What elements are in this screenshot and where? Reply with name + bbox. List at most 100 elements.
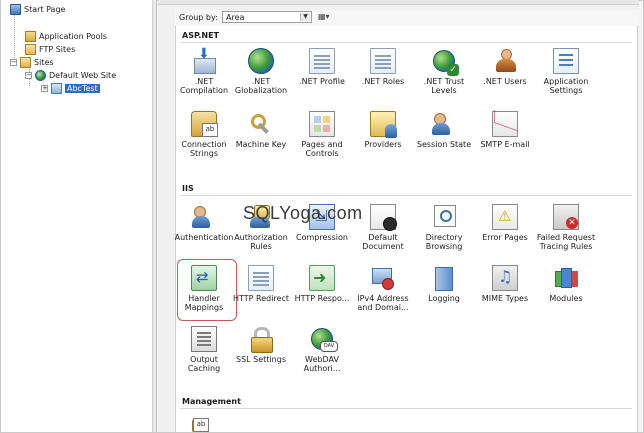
view-mode-icon[interactable]: ▦▾ xyxy=(318,12,336,22)
feature-label: Logging xyxy=(428,294,460,303)
feature-providers[interactable]: Providers xyxy=(353,111,413,149)
http-response-headers-icon xyxy=(309,265,335,291)
feature-label: WebDAV Authori... xyxy=(303,355,341,373)
ftp-sites-icon xyxy=(25,44,36,55)
feature-label: Output Caching xyxy=(187,355,221,373)
feature-ssl-settings[interactable]: SSL Settings xyxy=(231,326,291,364)
watermark-text: SQLYoga.com xyxy=(243,203,363,223)
feature-pages-and-controls[interactable]: Pages and Controls xyxy=(292,111,352,158)
tree-item-label: Default Web Site xyxy=(49,71,117,80)
feature-label: Pages and Controls xyxy=(301,140,343,158)
feature-directory-browsing[interactable]: Directory Browsing xyxy=(414,204,474,251)
feature-label: Session State xyxy=(416,140,472,149)
feature-label: SSL Settings xyxy=(236,355,286,364)
globe-icon xyxy=(35,70,46,81)
failed-request-tracing-icon xyxy=(553,204,579,230)
feature-http-redirect[interactable]: HTTP Redirect xyxy=(231,265,291,303)
tree-item-application-pools[interactable]: Application Pools xyxy=(25,31,107,42)
feature-modules[interactable]: Modules xyxy=(536,265,596,303)
feature-label: Error Pages xyxy=(482,233,528,242)
feature-label: Modules xyxy=(549,294,583,303)
collapse-toggle-icon[interactable]: − xyxy=(25,72,32,79)
feature-label: .NET Users xyxy=(483,77,527,86)
smtp-email-icon xyxy=(492,111,518,137)
http-redirect-icon xyxy=(248,265,274,291)
directory-browsing-icon xyxy=(431,204,457,230)
tree-item-sites[interactable]: − Sites xyxy=(10,57,54,68)
section-header-management: Management xyxy=(182,397,241,406)
tree-pane-splitter[interactable] xyxy=(152,0,156,432)
feature-application-settings[interactable]: Application Settings xyxy=(536,48,596,95)
feature-failed-request-tracing-rules[interactable]: Failed Request Tracing Rules xyxy=(536,204,596,251)
application-settings-icon xyxy=(553,48,579,74)
feature-net-trust-levels[interactable]: .NET Trust Levels xyxy=(414,48,474,95)
pages-controls-icon xyxy=(309,111,335,137)
feature-webdav-authoring[interactable]: WebDAV Authori... xyxy=(292,326,352,373)
feature-label: Default Document xyxy=(362,233,404,251)
feature-label: Failed Request Tracing Rules xyxy=(536,233,596,251)
feature-label: .NET Roles xyxy=(361,77,405,86)
feature-net-roles[interactable]: .NET Roles xyxy=(353,48,413,86)
feature-machine-key[interactable]: Machine Key xyxy=(231,111,291,149)
group-by-dropdown[interactable]: Area ▼ xyxy=(222,11,312,23)
feature-error-pages[interactable]: Error Pages xyxy=(475,204,535,242)
expand-toggle-icon[interactable]: + xyxy=(41,85,48,92)
feature-label: Machine Key xyxy=(235,140,287,149)
feature-output-caching[interactable]: Output Caching xyxy=(174,326,234,373)
feature-smtp-email[interactable]: SMTP E-mail xyxy=(475,111,535,149)
feature-label: Handler Mappings xyxy=(184,294,224,312)
feature-label: Authorization Rules xyxy=(234,233,288,251)
feature-logging[interactable]: Logging xyxy=(414,265,474,303)
feature-http-response-headers[interactable]: HTTP Respo... xyxy=(292,265,352,303)
feature-net-compilation[interactable]: .NET Compilation xyxy=(174,46,234,95)
feature-net-globalization[interactable]: .NET Globalization xyxy=(231,48,291,95)
feature-label: Application Settings xyxy=(543,77,589,95)
feature-session-state[interactable]: Session State xyxy=(414,111,474,149)
trust-levels-icon xyxy=(431,48,459,76)
profile-icon xyxy=(309,48,335,74)
tree-item-label: Sites xyxy=(34,58,54,67)
feature-label: HTTP Respo... xyxy=(294,294,350,303)
feature-net-profile[interactable]: .NET Profile xyxy=(292,48,352,86)
tree-item-start-page[interactable]: Start Page xyxy=(10,4,65,15)
tree-item-abctest[interactable]: + AbcTest xyxy=(41,83,100,94)
feature-mime-types[interactable]: MIME Types xyxy=(475,265,535,303)
tree-item-default-web-site[interactable]: − Default Web Site xyxy=(25,70,116,81)
connection-strings-icon xyxy=(191,111,218,137)
feature-label: SMTP E-mail xyxy=(480,140,530,149)
group-by-label: Group by: xyxy=(179,13,218,22)
providers-icon xyxy=(370,111,397,138)
tree-item-label: Start Page xyxy=(24,5,66,14)
section-divider xyxy=(180,408,632,409)
tree-item-ftp-sites[interactable]: FTP Sites xyxy=(25,44,75,55)
feature-label: Connection Strings xyxy=(181,140,227,158)
feature-ipv4-address-domain[interactable]: IPv4 Address and Domai... xyxy=(353,265,413,312)
error-pages-icon xyxy=(492,204,518,230)
mime-types-icon xyxy=(492,265,518,291)
feature-label: Authentication xyxy=(174,233,234,242)
feature-net-users[interactable]: .NET Users xyxy=(475,48,535,86)
chevron-down-icon[interactable]: ▼ xyxy=(300,13,310,21)
users-icon xyxy=(492,48,518,74)
feature-label: IPv4 Address and Domai... xyxy=(357,294,409,312)
partial-feature-icon[interactable] xyxy=(192,418,209,432)
tree-item-label: FTP Sites xyxy=(39,45,76,54)
feature-handler-mappings[interactable]: Handler Mappings xyxy=(174,265,234,312)
feature-authentication[interactable]: Authentication xyxy=(174,204,234,242)
webdav-authoring-icon xyxy=(309,326,338,352)
sites-folder-icon xyxy=(20,57,31,68)
feature-label: .NET Profile xyxy=(299,77,345,86)
modules-icon xyxy=(553,265,579,291)
feature-label: .NET Compilation xyxy=(179,77,229,95)
handler-mappings-icon xyxy=(191,265,217,291)
feature-label: .NET Trust Levels xyxy=(423,77,465,95)
default-document-icon xyxy=(370,204,397,231)
feature-label: Compression xyxy=(296,233,348,242)
collapse-toggle-icon[interactable]: − xyxy=(10,59,17,66)
globalization-icon xyxy=(248,48,274,74)
feature-connection-strings[interactable]: Connection Strings xyxy=(174,111,234,158)
section-divider xyxy=(180,42,632,43)
feature-label: .NET Globalization xyxy=(234,77,288,95)
group-by-value: Area xyxy=(226,13,245,22)
feature-label: HTTP Redirect xyxy=(232,294,289,303)
